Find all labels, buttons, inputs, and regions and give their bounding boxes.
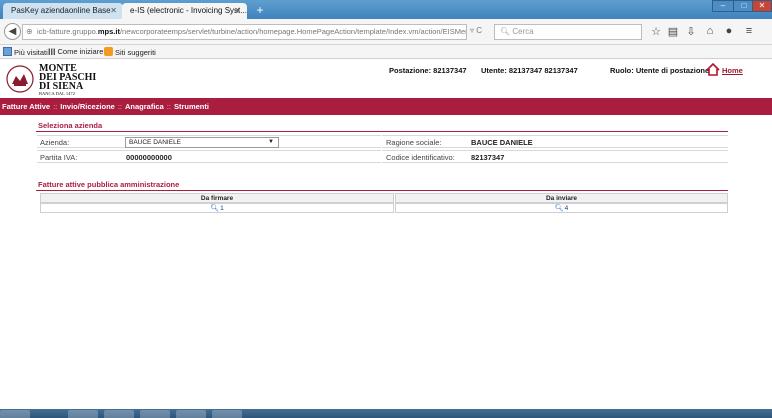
search-input[interactable]: 🔍︎ Cerca xyxy=(494,24,642,40)
page-header: MONTE DEI PASCHI DI SIENA BANCA DAL 1472… xyxy=(0,60,772,98)
globe-icon: ⊕ xyxy=(26,27,33,36)
close-icon[interactable]: ✕ xyxy=(110,6,117,15)
main-menu: Fatture Attive:: Invio/Ricezione:: Anagraf… xyxy=(0,98,772,115)
seleziona-azienda-title: Seleziona azienda xyxy=(38,121,103,130)
codice-identificativo-value: 82137347 xyxy=(471,153,505,162)
reading-list-icon[interactable]: ▤ xyxy=(666,25,680,38)
da-firmare-cell[interactable]: 🔍︎1 xyxy=(40,203,394,213)
back-button[interactable]: ◀ xyxy=(4,23,21,40)
window-close-button[interactable]: ✕ xyxy=(752,0,772,12)
menu-anagrafica[interactable]: Anagrafica xyxy=(125,102,164,111)
ragione-row: Ragione sociale: BAUCE DANIELE xyxy=(382,135,728,148)
tab-label: e-IS (electronic - Invoicing Syst... xyxy=(130,6,247,15)
browser-tab-paskey[interactable]: PasKey aziendaonline Base ✕ xyxy=(3,3,123,19)
browser-tab-eis[interactable]: e-IS (electronic - Invoicing Syst... ✕ xyxy=(122,3,247,19)
taskbar-app-button[interactable] xyxy=(176,410,206,418)
menu-strumenti[interactable]: Strumenti xyxy=(174,102,209,111)
fatture-attive-pa-title: Fatture attive pubblica amministrazione xyxy=(38,180,180,189)
ragione-sociale-label: Ragione sociale: xyxy=(386,138,442,147)
azienda-selected-value: BAUCE DANIELE xyxy=(129,139,182,146)
menu-fatture-attive[interactable]: Fatture Attive xyxy=(2,102,50,111)
url-bar[interactable]: ⊕ icb-fatture.gruppo.mps.it/newcorporate… xyxy=(22,24,467,40)
taskbar-app-button[interactable] xyxy=(68,410,98,418)
menu-separator: :: xyxy=(117,102,123,111)
section-divider xyxy=(36,190,728,191)
taskbar-app-button[interactable] xyxy=(140,410,170,418)
minimize-button[interactable]: – xyxy=(712,0,734,12)
codice-row: Codice identificativo: 82137347 xyxy=(382,150,728,163)
reload-icon[interactable]: ▿ C xyxy=(470,26,482,35)
ruolo-info: Ruolo: Utente di postazione xyxy=(610,66,710,75)
logo-subtitle: BANCA DAL 1472 xyxy=(39,91,75,96)
search-icon: 🔍︎ xyxy=(500,27,513,36)
logo-line: DI SIENA xyxy=(39,81,84,92)
da-firmare-count: 1 xyxy=(220,205,224,212)
menu-invio-ricezione[interactable]: Invio/Ricezione xyxy=(60,102,115,111)
azienda-label: Azienda: xyxy=(40,138,70,147)
section-divider xyxy=(36,131,728,132)
firefox-icon: III xyxy=(48,47,56,57)
magnifier-icon: 🔍︎ xyxy=(554,205,564,212)
partita-iva-row: Partita IVA: 00000000000 xyxy=(37,150,381,163)
bookmarks-toolbar: Più visitati III Come iniziare Siti sugge… xyxy=(0,45,772,59)
taskbar-app-button[interactable] xyxy=(212,410,242,418)
utente-info: Utente: 82137347 82137347 xyxy=(481,66,578,75)
da-inviare-count: 4 xyxy=(564,205,569,212)
azienda-select[interactable]: BAUCE DANIELE ▼ xyxy=(125,137,279,148)
codice-identificativo-label: Codice identificativo: xyxy=(386,153,455,162)
partita-iva-value: 00000000000 xyxy=(126,153,172,162)
home-icon[interactable]: ⌂ xyxy=(703,25,717,37)
home-icon[interactable] xyxy=(706,63,720,76)
start-button[interactable] xyxy=(0,410,30,418)
search-placeholder: Cerca xyxy=(512,27,534,36)
da-inviare-cell[interactable]: 🔍︎4 xyxy=(395,203,728,213)
suggested-sites-icon xyxy=(104,47,113,56)
ragione-sociale-value: BAUCE DANIELE xyxy=(471,138,533,147)
download-icon[interactable]: ⇩ xyxy=(684,25,698,38)
taskbar-app-button[interactable] xyxy=(104,410,134,418)
bookmark-label: Come iniziare xyxy=(57,47,104,56)
bookmark-label: Siti suggeriti xyxy=(115,48,156,57)
menu-separator: :: xyxy=(166,102,171,111)
pocket-icon[interactable]: ● xyxy=(722,25,736,37)
column-header-da-firmare: Da firmare xyxy=(40,193,394,203)
url-domain: mps.it xyxy=(97,27,120,36)
chevron-down-icon: ▼ xyxy=(268,139,274,145)
logo-wordmark: MONTE DEI PASCHI DI SIENA BANCA DAL 1472 xyxy=(39,64,96,97)
bookmark-come-iniziare[interactable]: III Come iniziare xyxy=(48,47,104,57)
windows-taskbar xyxy=(0,409,772,418)
url-path: /newcorporateemps/servlet/turbine/action… xyxy=(119,27,467,36)
mps-seal-icon xyxy=(6,65,34,93)
bookmark-piu-visitati[interactable]: Più visitati xyxy=(3,47,48,57)
column-header-da-inviare: Da inviare xyxy=(395,193,728,203)
bookmark-label: Più visitati xyxy=(14,48,48,57)
bookmark-star-icon[interactable]: ☆ xyxy=(649,25,663,38)
postazione-info: Postazione: 82137347 xyxy=(389,66,467,75)
menu-icon[interactable]: ≡ xyxy=(742,25,756,37)
home-link[interactable]: Home xyxy=(722,66,743,75)
url-prefix: icb-fatture.gruppo. xyxy=(37,27,98,36)
magnifier-icon: 🔍︎ xyxy=(210,205,220,212)
navigation-bar: ◀ ⊕ icb-fatture.gruppo.mps.it/newcorpora… xyxy=(0,19,772,45)
new-tab-button[interactable]: + xyxy=(253,3,267,17)
folder-icon xyxy=(3,47,12,56)
bookmark-siti-suggeriti[interactable]: Siti suggeriti xyxy=(104,47,156,57)
menu-separator: :: xyxy=(53,102,58,111)
tab-label: PasKey aziendaonline Base xyxy=(11,6,111,15)
partita-iva-label: Partita IVA: xyxy=(40,153,78,162)
mps-logo: MONTE DEI PASCHI DI SIENA BANCA DAL 1472 xyxy=(6,62,134,96)
browser-tab-strip: PasKey aziendaonline Base ✕ e-IS (electr… xyxy=(0,0,772,19)
close-icon[interactable]: ✕ xyxy=(234,6,241,15)
